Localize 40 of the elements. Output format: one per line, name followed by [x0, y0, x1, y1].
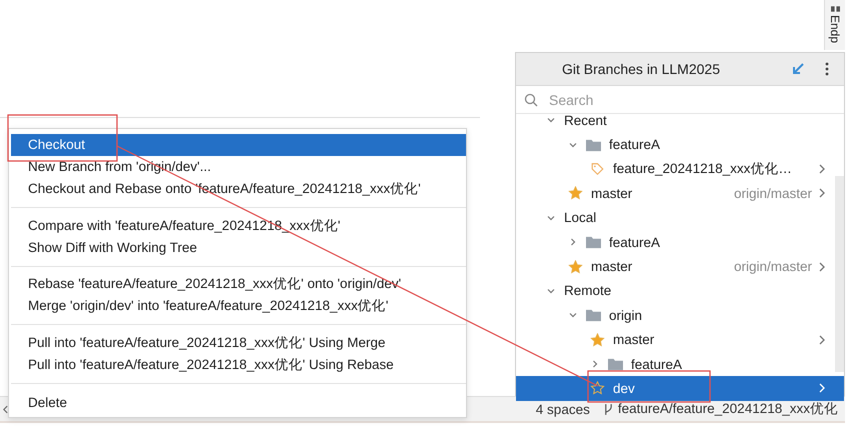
tree-section[interactable]: Local — [516, 206, 844, 230]
branch-item[interactable]: master origin/master — [516, 254, 844, 279]
branch-icon — [604, 402, 613, 416]
folder-icon — [586, 138, 601, 152]
branch-item[interactable]: feature_20241218_xxx优化… — [516, 156, 844, 182]
menu-item[interactable]: Pull into 'featureA/feature_20241218_xxx优化' Using Rebase — [11, 354, 466, 376]
scrollbar[interactable] — [835, 176, 844, 372]
menu-item[interactable]: Merge 'origin/dev' into 'featureA/feature_20241218_xxx优化' — [11, 295, 466, 318]
chevron-right-icon[interactable] — [568, 237, 578, 248]
tree-section[interactable]: Recent — [516, 108, 844, 132]
tree-folder[interactable]: featureA — [516, 132, 844, 157]
chevron-right-icon — [818, 383, 826, 394]
chevron-right-icon — [818, 334, 826, 345]
folder-icon — [586, 308, 601, 322]
plugin-icon — [830, 6, 840, 12]
menu-item[interactable]: Show Diff with Working Tree — [11, 236, 466, 259]
chevron-right-icon — [818, 188, 826, 198]
chevron-left-icon[interactable] — [3, 404, 8, 414]
menu-item[interactable]: Delete — [11, 391, 466, 414]
tree-folder[interactable]: origin — [516, 303, 844, 328]
tree-section[interactable]: Remote — [516, 278, 844, 304]
tag-icon — [590, 162, 605, 176]
chevron-right-icon[interactable] — [590, 359, 600, 370]
search-icon — [524, 92, 538, 106]
chevron-right-icon — [818, 164, 826, 174]
menu-item[interactable]: Checkout — [11, 134, 466, 156]
branch-item[interactable]: master origin/master — [516, 181, 844, 206]
branch-item[interactable]: dev — [516, 376, 844, 401]
indent-widget[interactable]: 4 spaces — [528, 402, 597, 416]
menu-item[interactable]: Pull into 'featureA/feature_20241218_xxx优化' Using Merge — [11, 332, 466, 354]
tree-folder[interactable]: featureA — [516, 230, 844, 254]
more-icon[interactable] — [825, 62, 829, 76]
folder-icon — [586, 235, 601, 250]
chevron-right-icon — [818, 262, 826, 272]
search-field[interactable]: Search — [547, 90, 751, 108]
branch-widget[interactable]: featureA/feature_20241218_xxx优化 — [596, 400, 845, 418]
folder-icon — [608, 357, 623, 372]
popup-title: Git Branches in LLM2025 — [562, 61, 720, 77]
tree-folder[interactable]: featureA — [516, 352, 844, 376]
branch-item[interactable]: master — [516, 328, 844, 352]
